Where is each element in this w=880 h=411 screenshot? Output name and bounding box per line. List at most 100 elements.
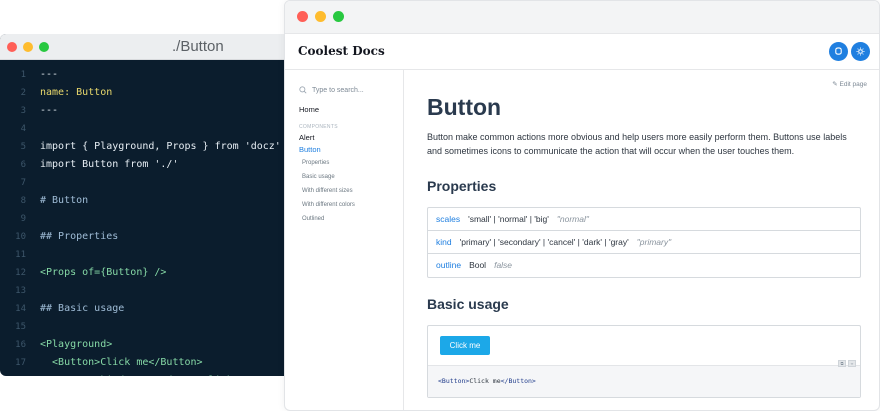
line-text: <Button>Click me</Button> (40, 357, 203, 368)
sidebar-item-home[interactable]: Home (299, 104, 403, 116)
playground-code-line: <Button>Click me</Button> (438, 377, 536, 385)
line-number: 11 (15, 250, 26, 260)
sidebar-subitem[interactable]: Basic usage (299, 170, 403, 184)
sidebar-subitem[interactable]: Properties (299, 156, 403, 170)
page-title: Button (427, 94, 502, 120)
close-window-button[interactable] (297, 11, 308, 22)
minimize-window-button[interactable] (315, 11, 326, 22)
line-text: <Props of={Button} /> (40, 267, 167, 278)
edit-page-link[interactable]: ✎ Edit page (832, 80, 867, 88)
line-number: 10 (15, 232, 26, 242)
playground: Click me ⧉ ‹› <Button>Click me</Button> (427, 325, 861, 398)
sidebar-subnav: Properties Basic usage With different size… (299, 156, 403, 226)
props-row: outline Bool false (428, 254, 860, 277)
code-line: 5 import { Playground, Props } from 'docz… (0, 138, 300, 156)
code-line: 7 (0, 174, 300, 192)
prop-name: kind (436, 237, 452, 247)
line-number: 12 (15, 268, 26, 278)
search-placeholder: Type to search... (312, 86, 364, 94)
pencil-icon: ✎ (832, 81, 838, 88)
line-text: import Button from './' (40, 159, 179, 170)
editor-file-title: ./Button (172, 38, 224, 55)
code-line: 6 import Button from './' (0, 156, 300, 174)
line-text: name: Button (40, 87, 113, 98)
sidebar-subitem[interactable]: Outlined (299, 212, 403, 226)
code-line: 1 --- (0, 66, 300, 84)
edit-page-label: Edit page (839, 81, 867, 88)
line-number: 9 (20, 214, 26, 224)
github-icon[interactable] (829, 42, 848, 61)
line-number: 8 (20, 196, 26, 206)
code-editor-window: ./Button 1 --- 2 name: Button 3 --- 4 5 import {… (0, 34, 300, 376)
line-text: import { Playground, Props } from 'docz' (40, 141, 281, 152)
line-number: 1 (20, 70, 26, 80)
main-content: ✎ Edit page Button Button make common ac… (427, 70, 879, 410)
code-line: 10 ## Properties (0, 228, 300, 246)
code-line: 13 (0, 282, 300, 300)
line-number: 16 (15, 340, 26, 350)
line-number: 15 (15, 322, 26, 332)
line-number: 13 (15, 286, 26, 296)
line-text: # Button (40, 195, 89, 206)
line-text: <Button kind="secondary">Click me</Butto… (40, 372, 300, 376)
stage: ./Button 1 --- 2 name: Button 3 --- 4 5 import {… (0, 0, 880, 411)
search-box[interactable]: Type to search... (299, 86, 403, 94)
maximize-window-button[interactable] (333, 11, 344, 22)
sun-icon[interactable] (851, 42, 870, 61)
code-line: 15 (0, 318, 300, 336)
code-line: 3 --- (0, 102, 300, 120)
code-line: 17 <Button>Click me</Button> (0, 354, 300, 372)
line-text (40, 120, 300, 138)
browser-titlebar (285, 1, 879, 34)
minimize-window-button[interactable] (23, 42, 33, 52)
line-text: --- (40, 105, 59, 116)
prop-default: "primary" (636, 237, 672, 247)
code-line: 8 # Button (0, 192, 300, 210)
editor-titlebar: ./Button (0, 34, 300, 60)
code-line: 4 (0, 120, 300, 138)
playground-code[interactable]: ⧉ ‹› <Button>Click me</Button> (428, 360, 860, 397)
code-text: Click me (469, 377, 501, 385)
sidebar-subitem[interactable]: With different sizes (299, 184, 403, 198)
code-area[interactable]: 1 --- 2 name: Button 3 --- 4 5 import { Playgrou… (0, 60, 300, 376)
code-line: 9 (0, 210, 300, 228)
code-line: 16 <Playground> (0, 336, 300, 354)
line-number: 17 (15, 358, 26, 368)
prop-name: scales (436, 214, 461, 224)
line-number: 4 (20, 124, 26, 134)
prop-default: "normal" (556, 214, 589, 224)
line-number: 2 (20, 88, 26, 98)
line-number: 18 (0, 372, 40, 376)
docs-header: Coolest Docs (285, 34, 879, 70)
line-text: --- (40, 69, 59, 80)
line-number: 6 (20, 160, 26, 170)
props-row: scales 'small' | 'normal' | 'big' "normal" (428, 208, 860, 231)
basic-usage-heading: Basic usage (427, 296, 509, 312)
code-toggle-icon[interactable]: ‹› (848, 360, 856, 367)
line-text (40, 246, 300, 264)
sidebar-item-alert[interactable]: Alert (299, 132, 403, 144)
line-text (40, 282, 300, 300)
close-window-button[interactable] (7, 42, 17, 52)
line-number: 7 (20, 178, 26, 188)
code-line: 18 <Button kind="secondary">Click me</Bu… (0, 372, 300, 376)
code-close-tag: </Button> (500, 377, 536, 385)
line-number: 5 (20, 142, 26, 152)
copy-icon[interactable]: ⧉ (838, 360, 846, 367)
prop-type: 'small' | 'normal' | 'big' (468, 214, 549, 224)
props-table: scales 'small' | 'normal' | 'big' "normal"… (427, 207, 861, 278)
prop-default: false (494, 260, 513, 270)
code-line: 12 <Props of={Button} /> (0, 264, 300, 282)
click-me-button[interactable]: Click me (440, 336, 490, 355)
maximize-window-button[interactable] (39, 42, 49, 52)
prop-type: Bool (469, 260, 487, 270)
code-open-tag: <Button> (438, 377, 470, 385)
line-number: 3 (20, 106, 26, 116)
line-text: ## Basic usage (40, 303, 125, 314)
sidebar-subitem[interactable]: With different colors (299, 198, 403, 212)
sidebar-item-button[interactable]: Button (299, 144, 403, 156)
prop-type: 'primary' | 'secondary' | 'cancel' | 'da… (459, 237, 629, 247)
prop-name: outline (436, 260, 462, 270)
props-row: kind 'primary' | 'secondary' | 'cancel' |… (428, 231, 860, 254)
site-brand[interactable]: Coolest Docs (298, 44, 385, 58)
